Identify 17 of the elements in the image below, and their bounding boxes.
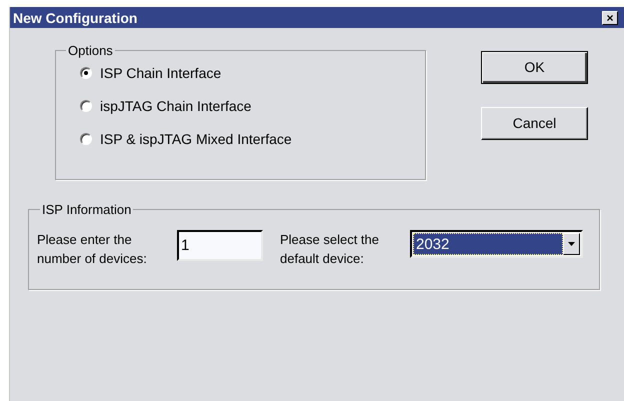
- radio-label: ISP Chain Interface: [100, 66, 222, 80]
- window-title: New Configuration: [13, 10, 138, 24]
- ok-button[interactable]: OK: [481, 51, 588, 84]
- field-label: Please select the default device:: [280, 230, 380, 268]
- radio-button[interactable]: [80, 132, 92, 144]
- field-label: Please enter the number of devices:: [37, 230, 148, 268]
- close-button[interactable]: ×: [602, 10, 618, 24]
- default-device-dropdown[interactable]: 2032: [410, 230, 583, 258]
- radio-label: ISP & ispJTAG Mixed Interface: [100, 132, 292, 146]
- radio-button[interactable]: [80, 66, 92, 78]
- cancel-button[interactable]: Cancel: [481, 107, 588, 140]
- devices-input-field[interactable]: 1: [177, 230, 263, 260]
- group-label: ISP Information: [41, 201, 132, 219]
- group-label: Options: [67, 42, 114, 60]
- selected-value: 2032: [413, 232, 563, 254]
- radio-label: ispJTAG Chain Interface: [100, 98, 252, 112]
- radio-button[interactable]: [80, 100, 92, 112]
